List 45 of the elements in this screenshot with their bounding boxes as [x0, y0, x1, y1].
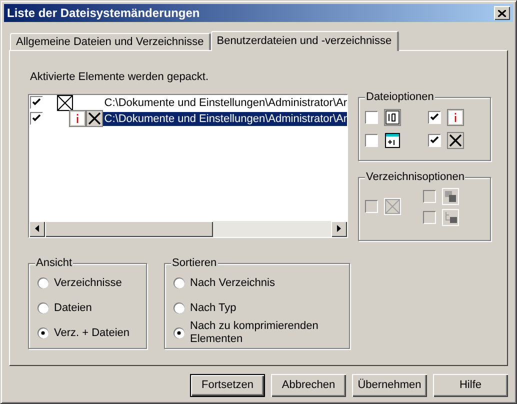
group-title: Sortieren [171, 256, 218, 270]
group-title: Ansicht [35, 256, 74, 270]
info-icon [446, 108, 464, 126]
radio-button[interactable] [37, 327, 49, 339]
right-arrow-icon [337, 225, 341, 232]
window-title: Liste der Dateisystemänderungen [7, 5, 200, 22]
cross-icon [446, 132, 464, 148]
radio-label[interactable]: Verzeichnisse [54, 276, 146, 290]
left-arrow-icon [35, 225, 39, 232]
cross-icon [86, 110, 104, 127]
horizontal-scrollbar[interactable] [29, 220, 347, 236]
close-icon [498, 10, 506, 16]
checkbox[interactable] [365, 110, 378, 124]
file-path[interactable]: C:\Dokumente und Einstellungen\Administrator\Ar [103, 96, 347, 110]
checkbox[interactable] [428, 134, 440, 146]
dialog-button[interactable]: Übernehmen [352, 374, 427, 397]
info-icon [69, 110, 86, 127]
radio-button[interactable] [173, 277, 185, 289]
dialog-button[interactable]: Hilfe [433, 374, 508, 397]
file-path[interactable]: C:\Dokumente und Einstellungen\Administrator\Ar [103, 112, 347, 126]
folder-tree-icon [442, 208, 459, 226]
tab[interactable]: Allgemeine Dateien und Verzeichnisse [10, 33, 211, 50]
group-title: Dateioptionen [365, 90, 435, 104]
radio-button[interactable] [37, 277, 49, 289]
radio-label[interactable]: Verz. + Dateien [54, 326, 146, 340]
radio-label[interactable]: Nach zu komprimierenden Elementen [190, 320, 330, 346]
checkbox[interactable] [428, 110, 440, 124]
radio-label[interactable]: Dateien [54, 302, 146, 314]
size-icon [384, 108, 401, 126]
crossed-box-icon [384, 198, 401, 214]
close-button[interactable] [494, 6, 510, 20]
info-text: Aktivierte Elemente werden gepackt. [30, 70, 210, 85]
radio-button[interactable] [173, 302, 185, 314]
checkbox[interactable] [30, 96, 44, 109]
radio-button[interactable] [37, 302, 49, 314]
radio-button[interactable] [173, 327, 185, 339]
calendar-icon [384, 132, 401, 148]
radio-label[interactable]: Nach Typ [190, 302, 330, 314]
dialog-button[interactable]: Abbrechen [271, 374, 346, 397]
radio-label[interactable]: Nach Verzeichnis [190, 276, 330, 290]
tab[interactable]: Benutzerdateien und -verzeichnisse [210, 31, 399, 51]
checkbox[interactable] [365, 134, 378, 146]
dialog-button[interactable]: Fortsetzen [190, 374, 265, 397]
group-title: Verzeichnisoptionen [365, 170, 466, 184]
folders-icon [442, 188, 459, 204]
